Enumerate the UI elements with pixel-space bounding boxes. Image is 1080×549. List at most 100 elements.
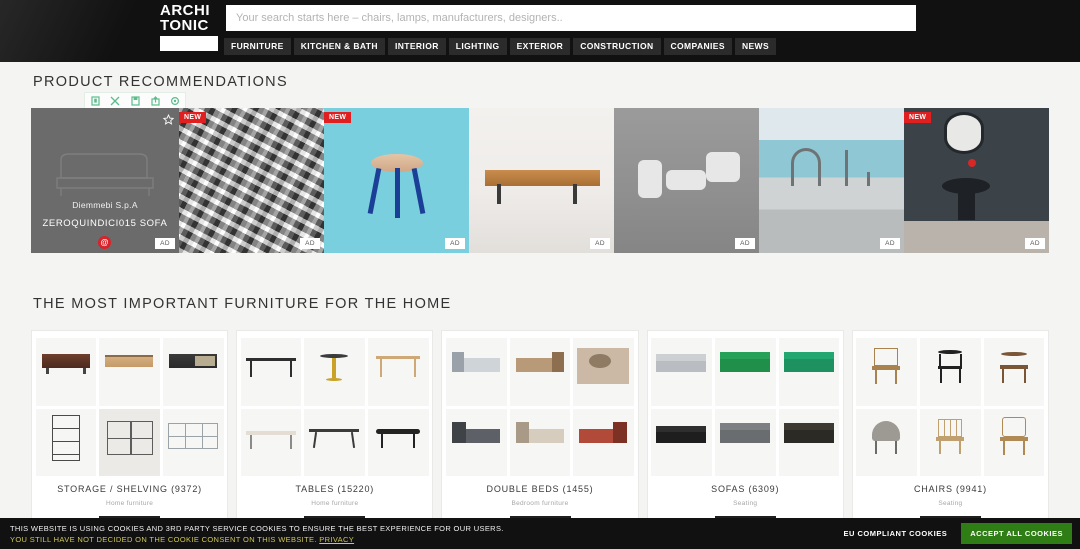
logo-white-bar [160, 36, 218, 51]
carousel-card[interactable]: NEW AD [179, 108, 324, 253]
category-thumbnail [984, 409, 1045, 477]
category-subtitle: Seating [733, 500, 757, 507]
cookie-line-1: THIS WEBSITE IS USING COOKIES AND 3RD PA… [10, 523, 504, 534]
cookie-actions: EU COMPLIANT COOKIES ACCEPT ALL COOKIES [837, 518, 1072, 549]
pedestal-basin-photo [904, 108, 1049, 253]
category-thumbnail [241, 338, 302, 406]
ad-badge[interactable]: AD [735, 238, 755, 249]
category-subtitle: Home furniture [311, 500, 358, 507]
category-thumbnail [99, 338, 160, 406]
ad-badge[interactable]: AD [300, 238, 320, 249]
accept-all-cookies-button[interactable]: ACCEPT ALL COOKIES [961, 523, 1072, 544]
category-thumbnail [446, 338, 507, 406]
new-badge: NEW [324, 112, 351, 123]
category-card-row: STORAGE / SHELVING (9372)Home furnitureM… [31, 330, 1049, 535]
ad-badge[interactable]: AD [155, 238, 175, 249]
save-icon[interactable] [125, 93, 145, 108]
category-thumbnail-grid [446, 338, 634, 476]
carousel-card[interactable]: Diemmebi S.p.A ZEROQUINDICI015 SOFA @ AD [31, 108, 179, 253]
category-name: CHAIRS (9941) [914, 484, 987, 494]
wooden-bench-photo [469, 108, 614, 253]
category-thumbnail [36, 409, 97, 477]
bathtub-faucet-photo [759, 108, 904, 253]
category-card[interactable]: STORAGE / SHELVING (9372)Home furnitureM… [31, 330, 228, 535]
category-thumbnail [651, 338, 712, 406]
category-card[interactable]: CHAIRS (9941)SeatingMORE [852, 330, 1049, 535]
category-thumbnail [573, 338, 634, 406]
cookie-line-2: YOU STILL HAVE NOT DECIDED ON THE COOKIE… [10, 535, 317, 544]
carousel-card[interactable]: AD [614, 108, 759, 253]
privacy-link[interactable]: PRIVACY [319, 535, 354, 544]
category-thumbnail [36, 338, 97, 406]
gear-icon[interactable] [165, 93, 185, 108]
category-thumbnail [368, 409, 429, 477]
carousel-card[interactable]: NEW AD [324, 108, 469, 253]
promo-product-name: ZEROQUINDICI015 SOFA [31, 218, 179, 229]
promo-mark-icon: @ [98, 236, 111, 249]
category-subtitle: Seating [938, 500, 962, 507]
nav-item-interior[interactable]: INTERIOR [388, 38, 446, 55]
category-thumbnail [920, 409, 981, 477]
category-card[interactable]: TABLES (15220)Home furnitureMORE [236, 330, 433, 535]
cookie-line-2-wrapper: YOU STILL HAVE NOT DECIDED ON THE COOKIE… [10, 534, 504, 545]
expand-arrows-icon[interactable] [105, 93, 125, 108]
site-header: ARCHI TONIC FURNITUREKITCHEN & BATHINTER… [0, 0, 1080, 62]
category-thumbnail [856, 338, 917, 406]
nav-item-lighting[interactable]: LIGHTING [449, 38, 507, 55]
category-thumbnail [304, 338, 365, 406]
nav-item-news[interactable]: NEWS [735, 38, 776, 55]
category-thumbnail-grid [651, 338, 839, 476]
cookie-text-block: THIS WEBSITE IS USING COOKIES AND 3RD PA… [10, 523, 504, 545]
eu-compliant-cookies-button[interactable]: EU COMPLIANT COOKIES [837, 524, 953, 543]
search-bar[interactable] [226, 5, 916, 31]
new-badge: NEW [904, 112, 931, 123]
site-logo[interactable]: ARCHI TONIC [160, 3, 218, 51]
category-thumbnail [163, 338, 224, 406]
nav-item-companies[interactable]: COMPANIES [664, 38, 732, 55]
category-name: SOFAS (6309) [711, 484, 779, 494]
category-thumbnail-grid [241, 338, 429, 476]
new-badge: NEW [179, 112, 206, 123]
category-thumbnail [241, 409, 302, 477]
carousel-card[interactable]: AD [759, 108, 904, 253]
nav-item-exterior[interactable]: EXTERIOR [510, 38, 571, 55]
category-thumbnail [368, 338, 429, 406]
promo-brand: Diemmebi S.p.A [31, 200, 179, 210]
stool-photo [324, 108, 469, 253]
category-thumbnail [510, 409, 571, 477]
category-thumbnail-grid [36, 338, 224, 476]
category-subtitle: Bedroom furniture [511, 500, 568, 507]
category-name: STORAGE / SHELVING (9372) [57, 484, 202, 494]
nav-item-construction[interactable]: CONSTRUCTION [573, 38, 660, 55]
carousel-card[interactable]: AD [469, 108, 614, 253]
ad-badge[interactable]: AD [590, 238, 610, 249]
ad-badge[interactable]: AD [1025, 238, 1045, 249]
recommendations-carousel[interactable]: Diemmebi S.p.AZEROQUINDICI015 SOFA@ADNEW… [31, 108, 1049, 253]
sofa-illustration [53, 138, 158, 200]
category-thumbnail [510, 338, 571, 406]
category-card[interactable]: DOUBLE BEDS (1455)Bedroom furnitureMORE [441, 330, 638, 535]
logo-line-1: ARCHI [160, 3, 218, 18]
carousel-card[interactable]: NEW AD [904, 108, 1049, 253]
category-thumbnail [984, 338, 1045, 406]
nav-item-kitchen-bath[interactable]: KITCHEN & BATH [294, 38, 385, 55]
category-thumbnail [446, 409, 507, 477]
category-card[interactable]: SOFAS (6309)SeatingMORE [647, 330, 844, 535]
category-thumbnail [715, 338, 776, 406]
nav-item-furniture[interactable]: FURNITURE [224, 38, 291, 55]
star-icon[interactable] [163, 112, 174, 130]
share-icon[interactable] [145, 93, 165, 108]
device-icon[interactable] [85, 93, 105, 108]
category-thumbnail [573, 409, 634, 477]
ad-badge[interactable]: AD [880, 238, 900, 249]
category-thumbnail [304, 409, 365, 477]
category-name: DOUBLE BEDS (1455) [487, 484, 594, 494]
category-thumbnail [99, 409, 160, 477]
woven-fabric-photo [179, 108, 324, 253]
search-input[interactable] [226, 5, 916, 31]
category-thumbnail [920, 338, 981, 406]
ad-badge[interactable]: AD [445, 238, 465, 249]
category-thumbnail [779, 409, 840, 477]
main-navigation: FURNITUREKITCHEN & BATHINTERIORLIGHTINGE… [224, 38, 776, 55]
recommendations-heading: PRODUCT RECOMMENDATIONS [33, 74, 288, 90]
